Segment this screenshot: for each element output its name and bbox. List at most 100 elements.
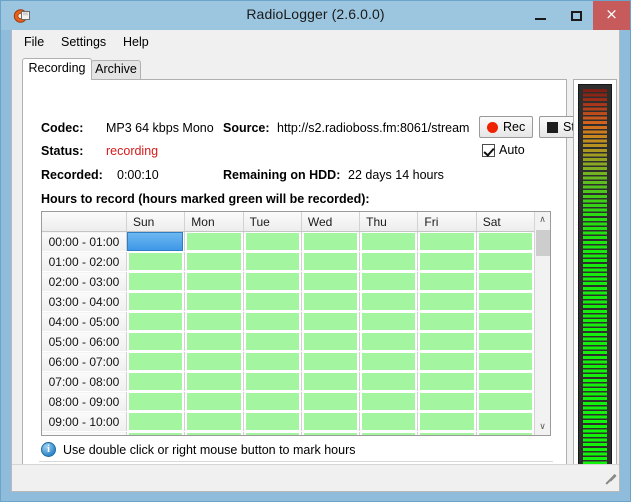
hour-cell[interactable] bbox=[243, 251, 302, 272]
hour-cell[interactable] bbox=[243, 411, 302, 432]
day-header-thu[interactable]: Thu bbox=[359, 212, 419, 232]
day-header-sun[interactable]: Sun bbox=[126, 212, 186, 232]
hour-cell[interactable] bbox=[359, 351, 419, 372]
minimize-button[interactable] bbox=[521, 1, 559, 30]
hour-cell[interactable] bbox=[301, 291, 361, 312]
hour-cell[interactable] bbox=[184, 371, 244, 392]
hour-cell[interactable] bbox=[476, 251, 535, 272]
hours-grid[interactable]: Sun Mon Tue Wed Thu Fri Sat 00:00 - 01:0… bbox=[41, 211, 551, 436]
hour-cell[interactable] bbox=[476, 231, 535, 252]
hour-cell[interactable] bbox=[417, 271, 477, 292]
menu-item-file[interactable]: File bbox=[19, 34, 49, 50]
hour-cell[interactable] bbox=[126, 351, 186, 372]
hour-cell[interactable] bbox=[359, 371, 419, 392]
hour-cell[interactable] bbox=[301, 311, 361, 332]
hour-cell[interactable] bbox=[417, 331, 477, 352]
scrollbar-thumb[interactable] bbox=[536, 230, 550, 256]
hour-cell[interactable] bbox=[243, 331, 302, 352]
menu-item-settings[interactable]: Settings bbox=[56, 34, 111, 50]
hour-cell[interactable] bbox=[126, 251, 186, 272]
hour-cell[interactable] bbox=[243, 431, 302, 435]
hour-cell[interactable] bbox=[301, 331, 361, 352]
hour-cell[interactable] bbox=[359, 231, 419, 252]
hour-cell[interactable] bbox=[126, 271, 186, 292]
hour-cell[interactable] bbox=[476, 391, 535, 412]
day-header-sat[interactable]: Sat bbox=[476, 212, 535, 232]
hour-cell[interactable] bbox=[359, 431, 419, 435]
hour-cell[interactable] bbox=[417, 251, 477, 272]
hour-cell[interactable] bbox=[184, 251, 244, 272]
hour-cell[interactable] bbox=[126, 331, 186, 352]
hour-cell[interactable] bbox=[126, 431, 186, 435]
hours-grid-scrollbar[interactable]: ∧ ∨ bbox=[534, 212, 550, 435]
hour-cell[interactable] bbox=[184, 351, 244, 372]
hour-cell[interactable] bbox=[243, 291, 302, 312]
hour-cell[interactable] bbox=[126, 291, 186, 312]
hour-cell[interactable] bbox=[417, 231, 477, 252]
day-header-tue[interactable]: Tue bbox=[243, 212, 302, 232]
hour-cell[interactable] bbox=[417, 351, 477, 372]
hour-cell[interactable] bbox=[243, 311, 302, 332]
hour-cell[interactable] bbox=[243, 231, 302, 252]
hour-cell[interactable] bbox=[476, 271, 535, 292]
hour-cell[interactable] bbox=[184, 311, 244, 332]
hour-cell[interactable] bbox=[359, 391, 419, 412]
hour-cell[interactable] bbox=[184, 411, 244, 432]
hour-cell[interactable] bbox=[476, 411, 535, 432]
hour-cell[interactable] bbox=[359, 311, 419, 332]
resize-grip-icon[interactable] bbox=[602, 474, 616, 489]
hour-cell[interactable] bbox=[126, 391, 186, 412]
hour-cell[interactable] bbox=[359, 271, 419, 292]
maximize-button[interactable] bbox=[559, 1, 593, 30]
hour-cell[interactable] bbox=[417, 431, 477, 435]
close-button[interactable]: × bbox=[593, 1, 630, 30]
hour-cell[interactable] bbox=[359, 331, 419, 352]
hour-cell[interactable] bbox=[301, 251, 361, 272]
day-header-mon[interactable]: Mon bbox=[184, 212, 244, 232]
hour-cell[interactable] bbox=[359, 411, 419, 432]
day-header-wed[interactable]: Wed bbox=[301, 212, 361, 232]
hour-cell[interactable] bbox=[476, 291, 535, 312]
hour-cell[interactable] bbox=[243, 371, 302, 392]
hour-cell[interactable] bbox=[126, 231, 186, 252]
rec-button[interactable]: Rec bbox=[479, 116, 533, 138]
hour-cell[interactable] bbox=[476, 331, 535, 352]
tab-archive[interactable]: Archive bbox=[91, 60, 141, 79]
hour-cell[interactable] bbox=[417, 391, 477, 412]
hour-cell[interactable] bbox=[184, 231, 244, 252]
day-header-fri[interactable]: Fri bbox=[417, 212, 477, 232]
menu-item-help[interactable]: Help bbox=[118, 34, 154, 50]
hour-cell[interactable] bbox=[243, 271, 302, 292]
hour-cell[interactable] bbox=[126, 411, 186, 432]
hour-cell[interactable] bbox=[243, 351, 302, 372]
hour-cell[interactable] bbox=[417, 371, 477, 392]
hour-cell[interactable] bbox=[359, 251, 419, 272]
auto-checkbox[interactable]: Auto bbox=[482, 143, 525, 157]
hour-cell[interactable] bbox=[184, 271, 244, 292]
hour-cell[interactable] bbox=[301, 271, 361, 292]
tab-recording[interactable]: Recording bbox=[22, 58, 92, 80]
hour-cell[interactable] bbox=[301, 371, 361, 392]
scroll-up-icon[interactable]: ∧ bbox=[535, 212, 550, 228]
hour-cell[interactable] bbox=[359, 291, 419, 312]
hour-cell[interactable] bbox=[301, 411, 361, 432]
hour-cell[interactable] bbox=[301, 351, 361, 372]
hour-cell[interactable] bbox=[301, 431, 361, 435]
hour-cell[interactable] bbox=[184, 331, 244, 352]
hour-cell[interactable] bbox=[301, 391, 361, 412]
hour-cell[interactable] bbox=[184, 291, 244, 312]
hour-cell[interactable] bbox=[476, 371, 535, 392]
hour-cell[interactable] bbox=[243, 391, 302, 412]
hour-cell[interactable] bbox=[184, 391, 244, 412]
hour-cell[interactable] bbox=[476, 431, 535, 435]
hour-cell[interactable] bbox=[126, 371, 186, 392]
hour-cell[interactable] bbox=[417, 411, 477, 432]
hour-cell[interactable] bbox=[126, 311, 186, 332]
hour-cell[interactable] bbox=[184, 431, 244, 435]
scroll-down-icon[interactable]: ∨ bbox=[535, 419, 550, 435]
hour-cell[interactable] bbox=[301, 231, 361, 252]
hour-cell[interactable] bbox=[417, 311, 477, 332]
hour-cell[interactable] bbox=[417, 291, 477, 312]
hour-cell[interactable] bbox=[476, 351, 535, 372]
hour-cell[interactable] bbox=[476, 311, 535, 332]
